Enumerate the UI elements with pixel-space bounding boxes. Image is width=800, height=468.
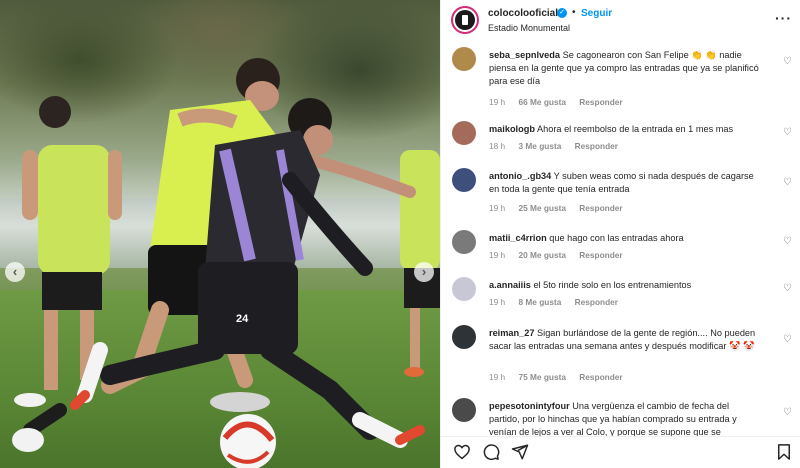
comment-text-block: pepesotonintyfour Una vergüenza el cambi… (489, 400, 761, 436)
previous-image-button[interactable]: ‹ (5, 262, 25, 282)
comment-meta: 19 h 75 Me gusta Responder (489, 372, 634, 382)
comment-likes[interactable]: 75 Me gusta (518, 372, 566, 382)
comment-username[interactable]: reiman_27 (489, 328, 534, 338)
like-comment-heart-icon[interactable]: ♡ (783, 177, 792, 188)
comment-body: Ahora el reembolso de la entrada en 1 me… (537, 124, 734, 134)
post-action-bar (441, 436, 800, 468)
account-username[interactable]: colocolooficial (488, 8, 558, 19)
more-options-icon[interactable]: ··· (775, 10, 792, 26)
background-player-left (14, 96, 122, 407)
reply-button[interactable]: Responder (575, 141, 618, 151)
comment-username[interactable]: a.annaiiis (489, 280, 531, 290)
comment-avatar[interactable] (452, 398, 476, 422)
comment-text-block: maikologb Ahora el reembolso de la entra… (489, 123, 761, 136)
post-photo[interactable]: 24 ‹ › (0, 0, 440, 468)
comment-avatar[interactable] (452, 230, 476, 254)
jersey-number: 24 (236, 313, 249, 325)
reply-button[interactable]: Responder (579, 250, 622, 260)
verified-badge-icon: ✓ (557, 8, 567, 18)
comment-likes[interactable]: 25 Me gusta (518, 203, 566, 213)
soccer-ball (220, 414, 276, 468)
comment-avatar[interactable] (452, 121, 476, 145)
comment-meta: 18 h 3 Me gusta Responder (489, 141, 629, 151)
comment-time: 18 h (489, 141, 506, 151)
comment-time: 19 h (489, 372, 506, 382)
comment-username[interactable]: maikologb (489, 124, 535, 134)
comment-username[interactable]: pepesotonintyfour (489, 401, 570, 411)
post-header: colocolooficial ✓ • Seguir Estadio Monum… (441, 0, 800, 44)
comment-body: el 5to rinde solo en los entrenamientos (533, 280, 692, 290)
comment-text-block: a.annaiiis el 5to rinde solo en los entr… (489, 279, 761, 292)
comments-list[interactable]: seba_sepnlveda Se cagonearon con San Fel… (441, 44, 800, 436)
comment-avatar[interactable] (452, 168, 476, 192)
reply-button[interactable]: Responder (579, 97, 622, 107)
comment-meta: 19 h 66 Me gusta Responder (489, 97, 634, 107)
account-avatar[interactable] (451, 6, 479, 34)
share-paper-plane-icon[interactable] (511, 443, 529, 461)
player-dark-kit: 24 (70, 98, 425, 448)
like-comment-heart-icon[interactable]: ♡ (783, 407, 792, 418)
photo-players-illustration: 24 (12, 58, 440, 468)
comment-meta: 19 h 20 Me gusta Responder (489, 250, 634, 260)
comment-meta: 19 h 25 Me gusta Responder (489, 203, 634, 213)
comment-avatar[interactable] (452, 47, 476, 71)
reply-button[interactable]: Responder (575, 297, 618, 307)
comment-text-block: reiman_27 Sigan burlándose de la gente d… (489, 327, 761, 353)
like-comment-heart-icon[interactable]: ♡ (783, 283, 792, 294)
comment-time: 19 h (489, 203, 506, 213)
like-comment-heart-icon[interactable]: ♡ (783, 236, 792, 247)
comment-likes[interactable]: 3 Me gusta (518, 141, 561, 151)
comment-username[interactable]: antonio_.gb34 (489, 171, 551, 181)
post-location[interactable]: Estadio Monumental (488, 23, 570, 33)
reply-button[interactable]: Responder (579, 372, 622, 382)
comment-likes[interactable]: 20 Me gusta (518, 250, 566, 260)
comment-username[interactable]: seba_sepnlveda (489, 50, 560, 60)
comment-text-block: antonio_.gb34 Y suben weas como si nada … (489, 170, 761, 196)
comment-time: 19 h (489, 250, 506, 260)
header-separator: • (572, 7, 576, 18)
reply-button[interactable]: Responder (579, 203, 622, 213)
comment-likes[interactable]: 8 Me gusta (518, 297, 561, 307)
comment-text-block: seba_sepnlveda Se cagonearon con San Fel… (489, 49, 761, 88)
comment-body: que hago con las entradas ahora (549, 233, 684, 243)
comment-avatar[interactable] (452, 277, 476, 301)
comment-text-block: matii_c4rrion que hago con las entradas … (489, 232, 761, 245)
comment-time: 19 h (489, 97, 506, 107)
comment-meta: 19 h 8 Me gusta Responder (489, 297, 629, 307)
comment-time: 19 h (489, 297, 506, 307)
post-side-panel: colocolooficial ✓ • Seguir Estadio Monum… (440, 0, 800, 468)
like-comment-heart-icon[interactable]: ♡ (783, 127, 792, 138)
comment-avatar[interactable] (452, 325, 476, 349)
comment-bubble-icon[interactable] (482, 443, 500, 461)
like-comment-heart-icon[interactable]: ♡ (783, 56, 792, 67)
save-bookmark-icon[interactable] (775, 443, 793, 461)
comment-likes[interactable]: 66 Me gusta (518, 97, 566, 107)
follow-button[interactable]: Seguir (581, 8, 612, 19)
comment-username[interactable]: matii_c4rrion (489, 233, 547, 243)
like-heart-icon[interactable] (453, 443, 471, 461)
club-logo-icon (455, 10, 475, 30)
next-image-button[interactable]: › (414, 262, 434, 282)
like-comment-heart-icon[interactable]: ♡ (783, 334, 792, 345)
